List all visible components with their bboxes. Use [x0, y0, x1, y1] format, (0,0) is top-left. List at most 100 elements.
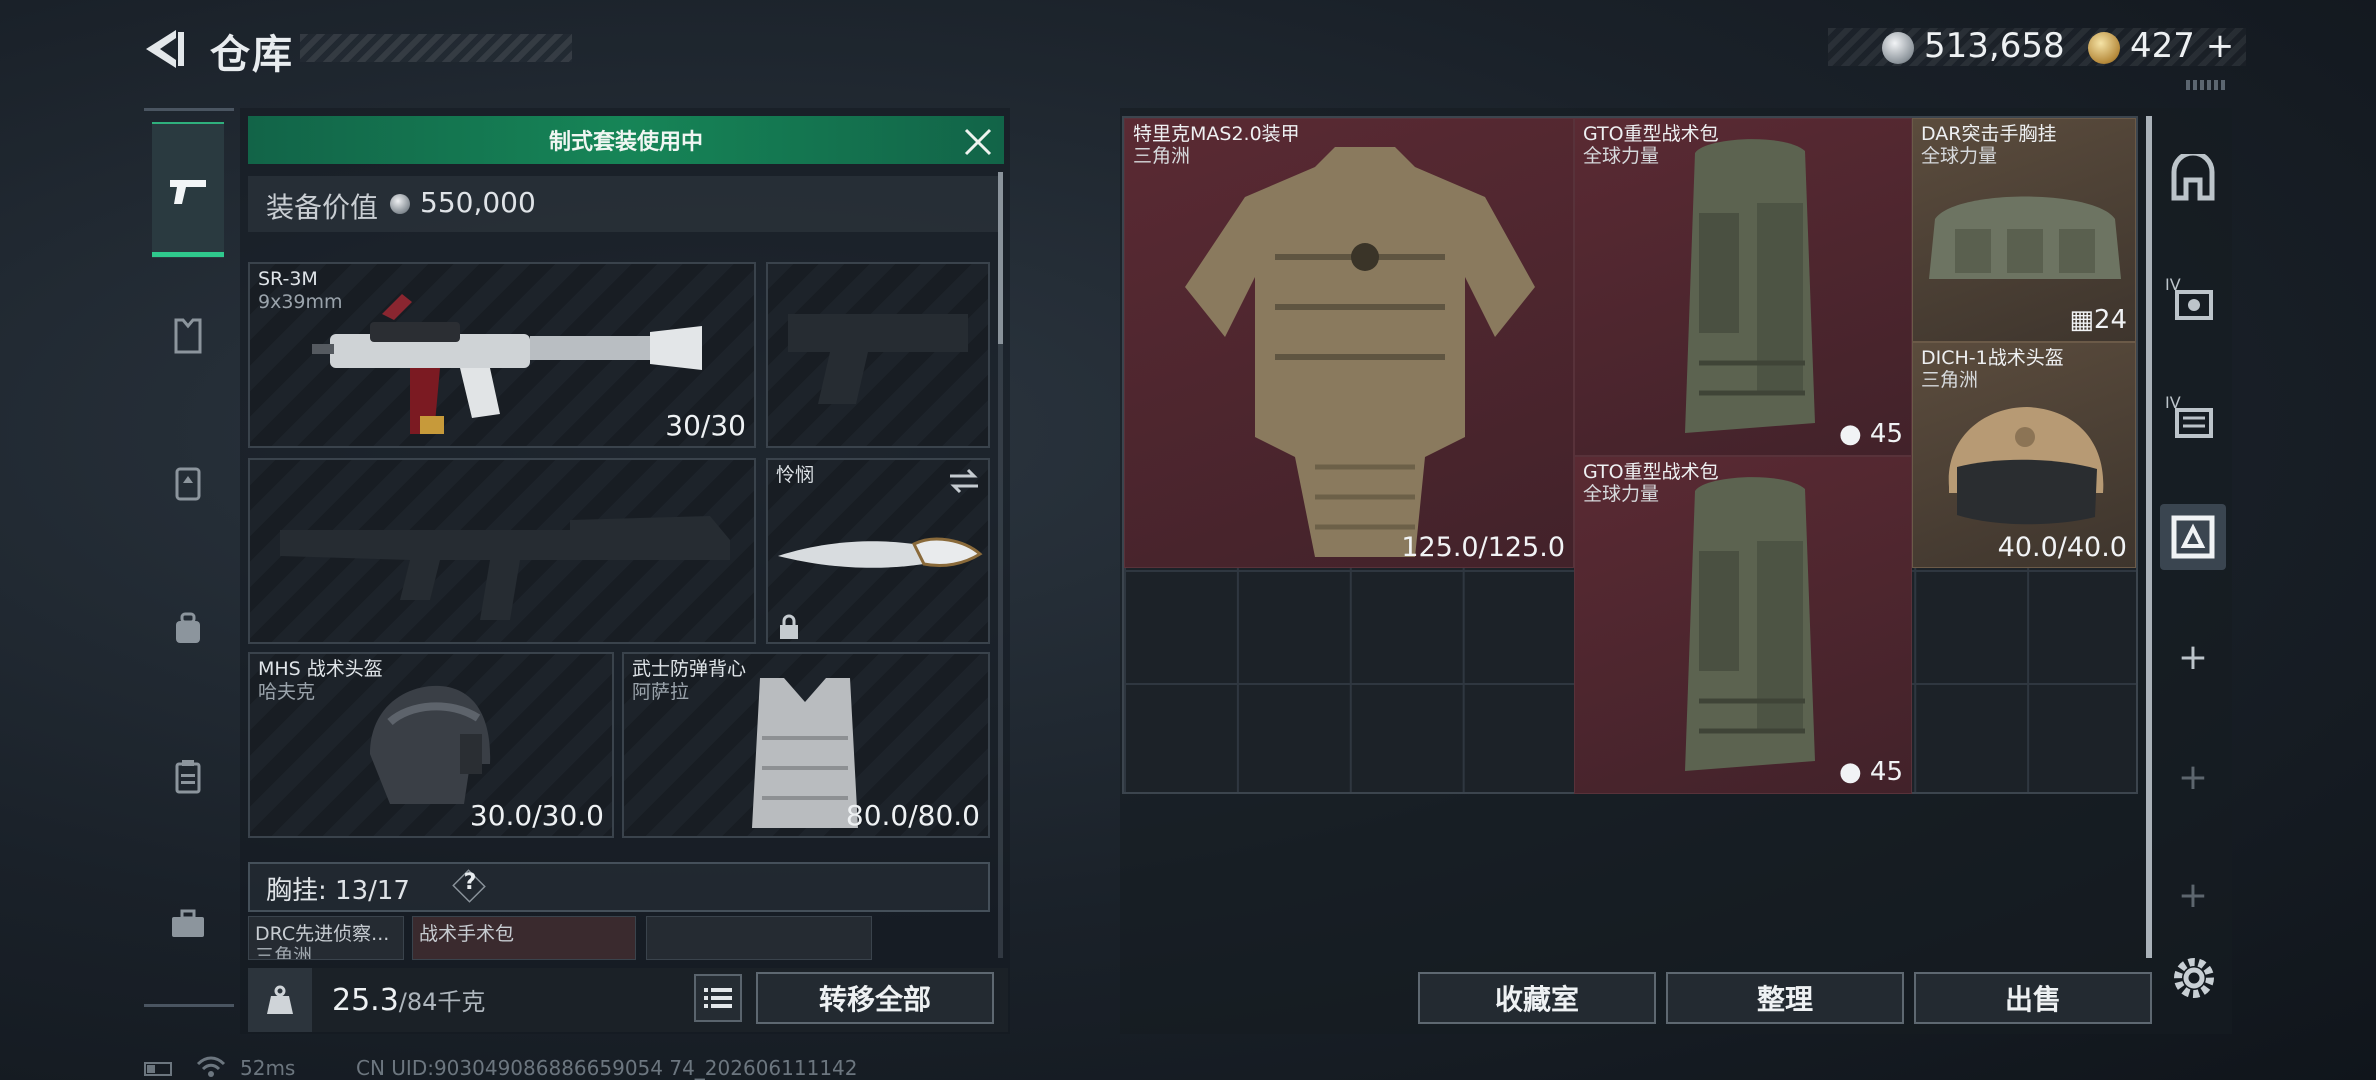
storage-item[interactable]: 特里克MAS2.0装甲 三角洲 125.0/125.0	[1124, 118, 1574, 568]
item-capacity-value: 45	[1869, 757, 1903, 787]
pistol-silhouette-icon	[788, 314, 968, 404]
help-icon[interactable]: ?	[458, 870, 482, 895]
item-brand: 三角洲	[1921, 369, 1979, 391]
item-durability: 125.0/125.0	[1401, 532, 1565, 563]
back-button[interactable]	[140, 28, 188, 70]
sort-button[interactable]: 整理	[1666, 972, 1904, 1024]
decor-dots	[2186, 80, 2228, 90]
armor-image	[1185, 147, 1535, 557]
rig-capacity-icon: ▦	[2069, 305, 2094, 335]
weapon-name: SR-3M	[258, 268, 318, 290]
carry-weight: 25.3/84千克	[332, 982, 485, 1018]
backpack-image	[1685, 477, 1815, 771]
sell-button[interactable]: 出售	[1914, 972, 2152, 1024]
storage-page-icon	[2171, 515, 2215, 559]
add-storage-page-button[interactable]: +	[2160, 862, 2226, 928]
storage-item[interactable]: GTO重型战术包 全球力量 ● 45	[1574, 118, 1912, 456]
page-title: 仓库	[210, 32, 294, 78]
item-capacity: ● 45	[1839, 419, 1903, 449]
storage-scrollbar-thumb[interactable]	[2146, 116, 2152, 958]
back-arrow-icon	[146, 30, 184, 68]
ping-value: 52ms	[240, 1056, 296, 1080]
add-storage-page-button[interactable]: +	[2160, 624, 2226, 690]
nav-item-case[interactable]	[152, 888, 224, 960]
gear-icon[interactable]	[2166, 950, 2222, 1006]
helmet-slot[interactable]: MHS 战术头盔 哈夫克 30.0/30.0	[248, 652, 614, 838]
helmet-durability: 30.0/30.0	[469, 799, 604, 832]
item-brand: 全球力量	[1583, 145, 1660, 167]
rig-icon	[176, 612, 200, 643]
item-brand: 全球力量	[1921, 145, 1998, 167]
rig-item-name: 战术手术包	[419, 923, 515, 945]
carry-weight-current: 25.3	[332, 983, 399, 1018]
weapon-ammo: 30/30	[665, 409, 746, 442]
nav-item-armor[interactable]	[152, 300, 224, 372]
collection-room-button[interactable]: 收藏室	[1418, 972, 1656, 1024]
nav-item-medical[interactable]	[152, 740, 224, 812]
item-durability: 40.0/40.0	[1997, 532, 2127, 563]
sidearm-slot[interactable]	[766, 262, 990, 448]
armor-icon	[174, 318, 202, 354]
melee-slot[interactable]: 怜悯	[766, 458, 990, 644]
silver-coin-icon	[390, 194, 410, 214]
rig-item[interactable]: 战术手术包	[412, 916, 636, 960]
add-tokens-button[interactable]: +	[2206, 26, 2235, 66]
storage-page-icon: IV	[2165, 275, 2213, 320]
swap-icon[interactable]	[948, 468, 980, 494]
item-capacity: ● 45	[1839, 757, 1903, 787]
nav-item-pouch[interactable]	[152, 592, 224, 664]
nav-item-backpack[interactable]	[152, 446, 224, 518]
briefcase-icon	[172, 909, 204, 937]
rig-item-brand: 三角洲	[255, 945, 313, 960]
add-storage-page-button[interactable]: +	[2160, 744, 2226, 810]
helmet-image	[1948, 407, 2104, 525]
primary-weapon-slot[interactable]: SR-3M 9x39mm 30/30	[248, 262, 756, 448]
loadout-scrollbar-thumb[interactable]	[998, 172, 1003, 344]
rifle-image	[312, 294, 702, 434]
storage-page-tab-active[interactable]	[2160, 504, 2226, 570]
rig-item-empty[interactable]	[646, 916, 872, 960]
armor-slot[interactable]: 武士防弹背心 阿萨拉 80.0/80.0	[622, 652, 990, 838]
item-name: DICH-1战术头盔	[1921, 347, 2064, 369]
storage-item[interactable]: GTO重型战术包 全球力量 ● 45	[1574, 456, 1912, 794]
list-view-button[interactable]	[694, 974, 742, 1022]
armor-name: 武士防弹背心	[632, 658, 747, 680]
storage-page-tab[interactable]: IV	[2160, 384, 2226, 450]
storage-page-tab[interactable]	[2160, 146, 2226, 212]
armor-brand: 阿萨拉	[632, 681, 690, 703]
equipment-value: 550,000	[420, 186, 536, 219]
silver-coin-icon	[1882, 32, 1914, 64]
user-uid: CN UID:903049086886659054 74_20260611114…	[356, 1056, 858, 1080]
weight-icon	[248, 968, 312, 1032]
secondary-weapon-slot[interactable]	[248, 458, 756, 644]
backpack-image	[1685, 139, 1815, 433]
rifle-silhouette-icon	[280, 516, 730, 620]
equipment-value-label: 装备价值	[266, 191, 379, 224]
item-name: DAR突击手胸挂	[1921, 123, 2057, 145]
nav-divider	[144, 108, 234, 111]
chest-rig-title: 胸挂:	[266, 876, 327, 906]
close-icon[interactable]	[960, 124, 996, 160]
item-brand: 全球力量	[1583, 483, 1660, 505]
item-capacity-value: 45	[1869, 419, 1903, 449]
preset-banner: 制式套装使用中	[248, 116, 1004, 164]
storage-item[interactable]: DICH-1战术头盔 三角洲 40.0/40.0	[1912, 342, 2136, 568]
helmet-brand: 哈夫克	[258, 681, 316, 703]
chest-rig-count: 13/17	[335, 876, 410, 906]
nav-divider	[144, 1004, 234, 1007]
nav-active-indicator	[152, 252, 224, 257]
nav-item-weapons[interactable]	[152, 122, 224, 258]
token-amount: 427	[2130, 26, 2195, 66]
transfer-all-button[interactable]: 转移全部	[756, 972, 994, 1024]
rig-item[interactable]: DRC先进侦察... 三角洲	[248, 916, 404, 960]
storage-item[interactable]: DAR突击手胸挂 全球力量 ▦24	[1912, 118, 2136, 342]
knife-image	[778, 537, 983, 568]
item-capacity-value: 24	[2093, 305, 2127, 335]
backpack-icon	[175, 467, 201, 501]
pistol-icon	[170, 180, 206, 204]
storage-page-tab[interactable]: IV	[2160, 266, 2226, 332]
money-value: 513,658	[1924, 26, 2065, 66]
melee-name: 怜悯	[776, 464, 815, 486]
battery-level	[147, 1065, 155, 1073]
token-value[interactable]: 427 +	[2130, 26, 2234, 66]
